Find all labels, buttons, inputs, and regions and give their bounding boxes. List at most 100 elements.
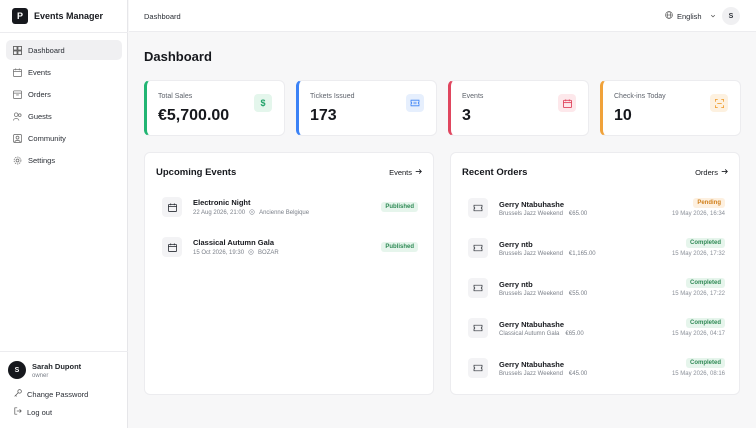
order-row[interactable]: Gerry Ntabuhashe Classical Autumn Gala €…: [468, 316, 725, 344]
scan-icon: [710, 94, 728, 112]
order-customer: Gerry ntb: [499, 240, 533, 249]
order-customer: Gerry Ntabuhashe: [499, 360, 565, 369]
sidebar-nav: Dashboard Events Orders Guests Community: [6, 40, 122, 172]
stat-card-check-ins: Check-ins Today 10: [600, 80, 741, 136]
app-logo: P: [12, 8, 28, 24]
sidebar-item-label: Settings: [28, 155, 56, 165]
list-item[interactable]: Electronic Night 22 Aug 2026, 21:00 Anci…: [162, 194, 418, 220]
sidebar-divider: [0, 32, 128, 33]
event-meta: 15 Oct 2026, 19:30 BOZAR: [193, 249, 279, 257]
sidebar-item-community[interactable]: Community: [6, 128, 122, 148]
top-bar: Dashboard English S: [129, 0, 756, 32]
status-badge: Completed: [685, 318, 725, 328]
order-event: Classical Autumn Gala: [499, 331, 560, 337]
sidebar-item-settings[interactable]: Settings: [6, 150, 122, 170]
event-venue: Ancienne Belgique: [259, 210, 310, 216]
panel-title: Upcoming Events: [156, 167, 237, 178]
key-icon: [14, 389, 22, 399]
events-link[interactable]: Events: [389, 168, 422, 177]
sidebar-item-label: Community: [28, 133, 66, 143]
arrow-right-icon: [721, 168, 728, 177]
calendar-icon: [162, 197, 182, 217]
dashboard-icon: [12, 45, 22, 55]
order-row[interactable]: Gerry Ntabuhashe Brussels Jazz Weekend €…: [468, 356, 725, 384]
ticket-icon: [468, 358, 488, 378]
stat-card-total-sales: Total Sales €5,700.00 $: [144, 80, 285, 136]
order-event: Brussels Jazz Weekend: [499, 211, 563, 217]
order-meta: Brussels Jazz Weekend €45.00: [499, 371, 587, 377]
stat-value: €5,700.00: [158, 107, 230, 124]
status-badge: Pending: [693, 198, 725, 208]
user-role: owner: [32, 372, 49, 379]
order-customer: Gerry Ntabuhashe: [499, 200, 565, 209]
stat-label: Total Sales: [158, 93, 193, 100]
event-name: Classical Autumn Gala: [193, 238, 274, 247]
sidebar-item-events[interactable]: Events: [6, 62, 122, 82]
ticket-icon: [468, 318, 488, 338]
sidebar-item-label: Events: [28, 67, 51, 77]
order-meta: Brussels Jazz Weekend €55.00: [499, 291, 587, 297]
sidebar: P Events Manager Dashboard Events Orders: [0, 0, 128, 428]
avatar: S: [8, 361, 26, 379]
event-date: 15 Oct 2026, 19:30: [193, 250, 245, 256]
ticket-icon: [406, 94, 424, 112]
order-date: 19 May 2026, 16:34: [671, 211, 725, 217]
breadcrumb[interactable]: Dashboard: [144, 12, 181, 21]
brand[interactable]: P Events Manager: [12, 8, 103, 24]
order-row[interactable]: Gerry ntb Brussels Jazz Weekend €1,165.0…: [468, 236, 725, 264]
ticket-icon: [468, 238, 488, 258]
user-avatar-button[interactable]: S: [722, 7, 740, 25]
list-item[interactable]: Classical Autumn Gala 15 Oct 2026, 19:30…: [162, 234, 418, 260]
language-selector[interactable]: English: [665, 11, 716, 21]
status-badge: Published: [381, 242, 418, 252]
change-password-link[interactable]: Change Password: [14, 389, 88, 399]
page-title: Dashboard: [144, 49, 212, 64]
community-icon: [12, 133, 22, 143]
user-name: Sarah Dupont: [32, 361, 82, 371]
order-date: 15 May 2026, 08:16: [671, 371, 725, 377]
location-pin-icon: [249, 209, 255, 217]
ticket-icon: [468, 278, 488, 298]
stat-value: 3: [462, 107, 471, 124]
status-badge: Completed: [685, 278, 725, 288]
sidebar-item-label: Guests: [28, 111, 52, 121]
sidebar-item-label: Dashboard: [28, 45, 65, 55]
order-row[interactable]: Gerry Ntabuhashe Brussels Jazz Weekend €…: [468, 196, 725, 224]
stat-label: Tickets Issued: [310, 93, 355, 100]
order-customer: Gerry ntb: [499, 280, 533, 289]
order-date: 15 May 2026, 17:32: [671, 251, 725, 257]
sidebar-item-dashboard[interactable]: Dashboard: [6, 40, 122, 60]
app-name: Events Manager: [34, 11, 104, 21]
order-row[interactable]: Gerry ntb Brussels Jazz Weekend €55.00 C…: [468, 276, 725, 304]
order-amount: €65.00: [568, 211, 588, 217]
event-meta: 22 Aug 2026, 21:00 Ancienne Belgique: [193, 209, 309, 217]
gear-icon: [12, 155, 22, 165]
calendar-icon: [12, 67, 22, 77]
status-badge: Completed: [685, 358, 725, 368]
guests-icon: [12, 111, 22, 121]
order-customer: Gerry Ntabuhashe: [499, 320, 565, 329]
stat-card-tickets-issued: Tickets Issued 173: [296, 80, 437, 136]
orders-link-label: Orders: [695, 168, 718, 177]
sidebar-item-label: Orders: [28, 89, 51, 99]
sidebar-item-orders[interactable]: Orders: [6, 84, 122, 104]
logout-label: Log out: [27, 407, 53, 417]
events-link-label: Events: [389, 168, 412, 177]
sidebar-item-guests[interactable]: Guests: [6, 106, 122, 126]
orders-link[interactable]: Orders: [695, 168, 728, 177]
event-date: 22 Aug 2026, 21:00: [193, 210, 246, 216]
dollar-icon: $: [254, 94, 272, 112]
stat-card-events: Events 3: [448, 80, 589, 136]
user-profile[interactable]: S Sarah Dupont owner: [8, 361, 81, 379]
order-amount: €55.00: [568, 291, 588, 297]
location-pin-icon: [248, 249, 254, 257]
order-event: Brussels Jazz Weekend: [499, 251, 563, 257]
language-label: English: [677, 11, 702, 21]
logout-link[interactable]: Log out: [14, 407, 52, 417]
order-meta: Brussels Jazz Weekend €1,165.00: [499, 251, 596, 257]
order-date: 15 May 2026, 04:17: [671, 331, 725, 337]
event-venue: BOZAR: [258, 250, 279, 256]
order-amount: €65.00: [565, 331, 584, 337]
order-amount: €1,165.00: [568, 251, 596, 257]
user-area: S Sarah Dupont owner Change Password Log…: [0, 351, 128, 417]
